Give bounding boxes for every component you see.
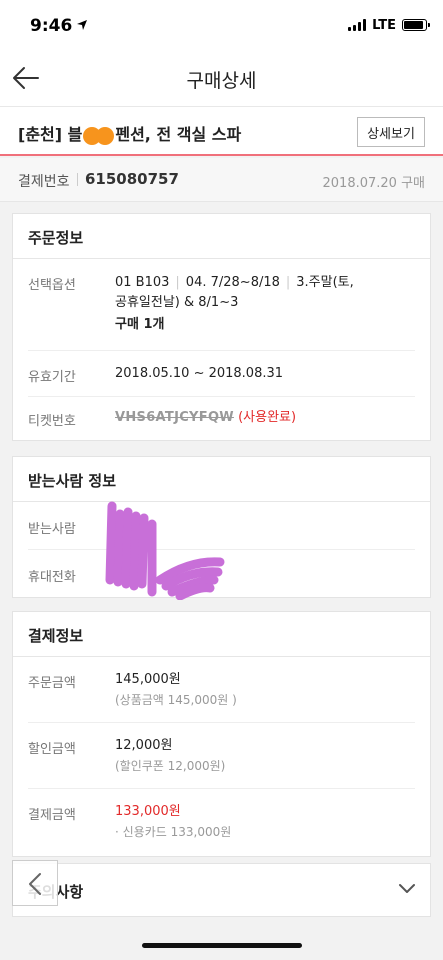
notice-accordion[interactable]: 주의사항 bbox=[12, 863, 431, 917]
option-row: 선택옵션 01 B103 | 04. 7/28~8/18 | 3.주말(토, 공휴일전날… bbox=[28, 259, 415, 351]
status-time: 9:46 bbox=[30, 16, 73, 36]
order-amount-detail: (상품금액 145,000원 ) bbox=[115, 693, 237, 707]
redaction-mark bbox=[96, 126, 115, 145]
status-indicators: LTE bbox=[348, 17, 430, 33]
payment-info-card: 결제정보 주문금액 145,000원 (상품금액 145,000원 ) 할인금액… bbox=[12, 611, 431, 857]
validity-row: 유효기간 2018.05.10 ~ 2018.08.31 bbox=[28, 351, 415, 397]
payment-number-label: 결제번호 bbox=[18, 174, 70, 190]
discount-detail: (할인쿠폰 12,000원) bbox=[115, 759, 226, 773]
paid-amount: 133,000원 bbox=[115, 804, 181, 819]
paid-group: 133,000원 · 신용카드 133,000원 bbox=[115, 802, 231, 842]
redaction-scribble bbox=[105, 501, 225, 600]
ticket-row: 티켓번호 VHS6ATJCYFQW (사용완료) bbox=[28, 397, 415, 441]
signal-icon bbox=[348, 19, 367, 31]
payment-info-header: 결제정보 bbox=[13, 612, 430, 657]
view-detail-button[interactable]: 상세보기 bbox=[357, 117, 425, 147]
option-line-2: 공휴일전날) & 8/1~3 bbox=[115, 295, 239, 310]
order-info-card: 주문정보 선택옵션 01 B103 | 04. 7/28~8/18 | 3.주말(토, … bbox=[12, 213, 431, 441]
page-title: 구매상세 bbox=[186, 70, 257, 92]
divider bbox=[77, 173, 78, 186]
discount-row: 할인금액 12,000원 (할인쿠폰 12,000원) bbox=[28, 723, 415, 789]
product-title-suffix: 펜션, 전 객실 스파 bbox=[115, 125, 242, 144]
home-indicator[interactable] bbox=[142, 943, 302, 948]
order-amount-value: 145,000원 bbox=[115, 672, 181, 687]
order-amount-label: 주문금액 bbox=[28, 676, 76, 691]
order-info-header: 주문정보 bbox=[13, 214, 430, 259]
ticket-number: VHS6ATJCYFQW bbox=[115, 410, 234, 425]
payment-number-bar: 결제번호 615080757 2018.07.20 구매 bbox=[0, 158, 443, 202]
option-part-2: 04. 7/28~8/18 bbox=[185, 275, 280, 290]
battery-icon bbox=[402, 19, 430, 31]
option-part-1: 01 B103 bbox=[115, 275, 170, 290]
product-bar: [춘천] 블 펜션, 전 객실 스파 상세보기 bbox=[0, 106, 443, 156]
payment-number-value: 615080757 bbox=[85, 170, 179, 188]
ticket-status: (사용완료) bbox=[238, 410, 297, 425]
recipient-header: 받는사람 정보 bbox=[13, 457, 430, 502]
ticket-label: 티켓번호 bbox=[28, 414, 76, 429]
location-arrow-icon bbox=[77, 20, 87, 30]
chevron-down-icon[interactable] bbox=[398, 882, 416, 896]
recipient-phone-label: 휴대전화 bbox=[28, 570, 76, 585]
order-amount-row: 주문금액 145,000원 (상품금액 145,000원 ) bbox=[28, 657, 415, 723]
recipient-name-label: 받는사람 bbox=[28, 522, 76, 537]
chevron-left-icon bbox=[29, 873, 41, 895]
discount-label: 할인금액 bbox=[28, 742, 76, 757]
option-part-3: 3.주말(토, bbox=[296, 275, 354, 290]
discount-group: 12,000원 (할인쿠폰 12,000원) bbox=[115, 736, 225, 776]
nav-bar: 구매상세 bbox=[0, 50, 443, 106]
validity-value: 2018.05.10 ~ 2018.08.31 bbox=[115, 366, 284, 381]
option-label: 선택옵션 bbox=[28, 278, 76, 293]
validity-label: 유효기간 bbox=[28, 370, 76, 385]
paid-row: 결제금액 133,000원 · 신용카드 133,000원 bbox=[28, 789, 415, 855]
floating-back-button[interactable] bbox=[12, 860, 58, 906]
paid-method: · 신용카드 133,000원 bbox=[115, 825, 232, 839]
product-title-prefix: [춘천] 블 bbox=[18, 125, 83, 144]
discount-value: 12,000원 bbox=[115, 738, 173, 753]
purchase-date: 2018.07.20 구매 bbox=[322, 176, 426, 191]
option-value: 01 B103 | 04. 7/28~8/18 | 3.주말(토, 공휴일전날) & 8… bbox=[115, 273, 354, 335]
quantity: 구매 1개 bbox=[115, 317, 165, 332]
order-amount-group: 145,000원 (상품금액 145,000원 ) bbox=[115, 670, 237, 710]
paid-label: 결제금액 bbox=[28, 808, 76, 823]
ticket-value-group: VHS6ATJCYFQW (사용완료) bbox=[115, 408, 296, 428]
status-bar: 9:46 LTE bbox=[0, 0, 443, 50]
network-type: LTE bbox=[372, 17, 396, 33]
product-title: [춘천] 블 펜션, 전 객실 스파 bbox=[18, 121, 241, 145]
